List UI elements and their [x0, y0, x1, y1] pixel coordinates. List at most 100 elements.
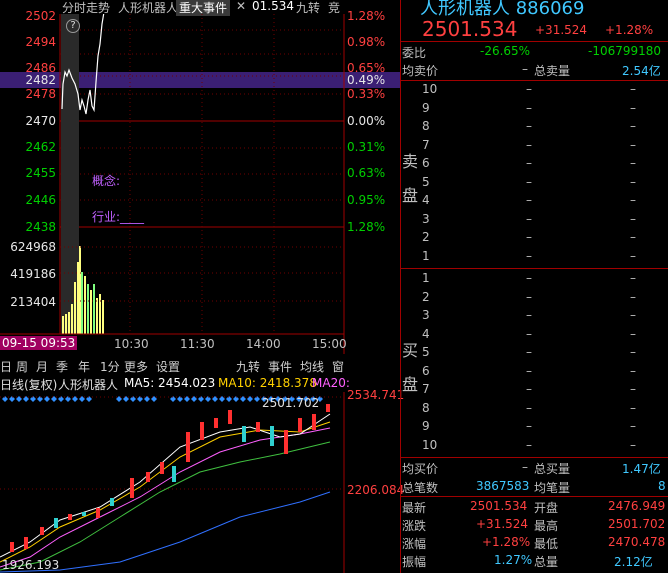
sell-label: 盘: [402, 186, 419, 205]
time-label: 10:30: [114, 337, 149, 351]
kline-chart[interactable]: 2501.702 2534.741 2206.084 1926.193: [0, 388, 404, 573]
sell-label: 卖: [402, 152, 419, 171]
buy-level: 6: [422, 363, 430, 378]
buy-level: 7: [422, 382, 430, 396]
ma-info-bar: 日线(复权) 人形机器人 MA5: 2454.023 MA10: 2418.37…: [0, 376, 350, 392]
weibi-row: 委比 -26.65% -106799180: [402, 44, 662, 60]
buy-level: 8: [422, 400, 430, 415]
buy-level: 2: [422, 289, 430, 304]
sell-volume-list: – – – – – – – – – –: [630, 82, 636, 263]
sell-level: 5: [422, 174, 430, 189]
close-icon[interactable]: ✕: [236, 0, 246, 13]
settings-button[interactable]: 设置: [156, 358, 180, 375]
price-label: 2455: [25, 166, 56, 180]
buy-level: 4: [422, 326, 430, 341]
price-tail: 01.534: [252, 0, 294, 13]
kline-chart-svg: [0, 392, 345, 573]
volume-label: 419186: [10, 267, 56, 281]
ma10-label: MA10: 2418.378: [218, 376, 317, 390]
price-label: 2446: [25, 193, 56, 207]
intraday-chart[interactable]: ? 2502 2494 2486 2482 2478 2470 2462 245…: [0, 9, 385, 354]
quote-panel: 人形机器人 886069 2501.534 +31.524 +1.28% 委比 …: [400, 0, 668, 573]
time-label: 15:00: [312, 337, 347, 351]
ma-button[interactable]: 均线: [300, 358, 324, 375]
sell-level: 3: [422, 211, 430, 226]
latest-row: 最新 2501.534 开盘 2476.949: [402, 499, 666, 515]
pct-label: 0.95%: [347, 193, 386, 207]
ma20-label: MA20:: [312, 376, 350, 390]
kline-mid-axis: 2206.084: [347, 483, 405, 497]
sell-level: 4: [422, 193, 430, 207]
buy-level: 3: [422, 308, 430, 322]
pct-row: 涨幅 +1.28% 最低 2470.478: [402, 535, 666, 551]
buy-book: 买 盘 1 2 3 4 5 6 7 8 9 10 – – – – – – – –…: [400, 271, 668, 457]
panel-border: [400, 0, 401, 573]
amp-row: 振幅 1.27% 总量 2.12亿: [402, 553, 653, 569]
change-row: 涨跌 +31.524 最高 2501.702: [402, 517, 666, 533]
volume-label: 624968: [10, 240, 56, 254]
period-day[interactable]: 日: [0, 358, 12, 375]
buy-price-list: – – – – – – – – – –: [526, 271, 532, 452]
kline-stock-name: 人形机器人: [58, 378, 119, 392]
pct-label: 0.49%: [347, 73, 386, 87]
price-label: 2470: [25, 114, 56, 128]
avg-sell-row: 均卖价 – 总卖量 2.54亿: [402, 62, 661, 78]
pct-label: 0.00%: [347, 114, 386, 128]
price-change: +31.524: [535, 23, 588, 37]
help-icon[interactable]: ?: [66, 19, 80, 33]
period-1min[interactable]: 1分: [100, 358, 120, 375]
sell-book: 卖 盘 10 9 8 7 6 5 4 3 2 1 – – – – – – – –…: [400, 82, 668, 268]
price-label: 2462: [25, 140, 56, 154]
current-price: 2501.534: [422, 17, 518, 41]
price-label: 2482: [25, 73, 56, 87]
time-label: 14:00: [246, 337, 281, 351]
avg-buy-row: 均买价 – 总买量 1.47亿: [402, 460, 661, 476]
price-label: 2502: [25, 9, 56, 23]
buy-label: 买: [402, 341, 419, 360]
event-button[interactable]: 事件: [268, 358, 292, 375]
pct-label: 0.33%: [347, 87, 386, 101]
jiuzhuan-button[interactable]: 九转: [236, 358, 260, 375]
sell-level: 7: [422, 137, 430, 152]
pct-label: 0.31%: [347, 140, 386, 154]
period-week[interactable]: 周: [16, 358, 28, 375]
sell-level: 6: [422, 156, 430, 170]
industry-label[interactable]: 行业:____: [92, 208, 144, 225]
pct-label: 1.28%: [347, 220, 386, 234]
kline-high-axis: 2534.741: [347, 388, 405, 402]
price-label: 2494: [25, 35, 56, 49]
buy-level: 1: [422, 271, 430, 285]
kline-low-label: 1926.193: [2, 558, 60, 572]
trades-row: 总笔数 3867583 均笔量 8: [402, 479, 666, 495]
price-change-pct: +1.28%: [605, 23, 654, 37]
buy-volume-list: – – – – – – – – – –: [630, 271, 636, 452]
sell-level: 1: [422, 248, 430, 263]
pct-label: 0.63%: [347, 166, 386, 180]
sell-level: 10: [422, 82, 438, 96]
sell-level: 8: [422, 119, 430, 133]
period-season[interactable]: 季: [56, 358, 68, 375]
price-label: 2478: [25, 87, 56, 101]
period-year[interactable]: 年: [78, 358, 90, 375]
period-toolbar: 日 周 月 季 年 1分 更多 设置 九转 事件 均线 窗: [0, 357, 345, 374]
buy-level: 10: [422, 437, 438, 452]
buy-level: 9: [422, 419, 430, 433]
pct-label: 0.98%: [347, 35, 386, 49]
kline-title: 日线(复权): [0, 378, 58, 392]
sell-level-list: 10 9 8 7 6 5 4 3 2 1: [422, 82, 438, 267]
pct-label: 1.28%: [347, 9, 386, 23]
window-button[interactable]: 窗: [332, 358, 344, 375]
concept-label[interactable]: 概念:: [92, 172, 120, 189]
buy-label: 盘: [402, 375, 419, 394]
sell-price-list: – – – – – – – – – –: [526, 82, 532, 263]
price-label: 2438: [25, 220, 56, 234]
more-button[interactable]: 更多: [124, 358, 148, 375]
period-month[interactable]: 月: [36, 358, 48, 375]
volume-label: 213404: [10, 295, 56, 309]
kline-peak-label: 2501.702: [262, 396, 320, 410]
time-label: 11:30: [180, 337, 215, 351]
sell-level: 9: [422, 100, 430, 115]
start-time: 09-15 09:53: [0, 336, 78, 350]
buy-level: 5: [422, 345, 430, 359]
ma5-label: MA5: 2454.023: [124, 376, 216, 390]
